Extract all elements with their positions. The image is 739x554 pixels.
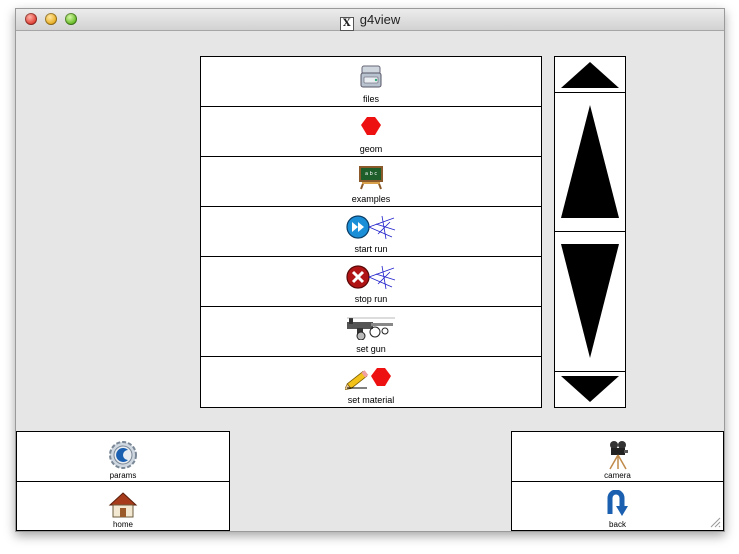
menu-scrollbar — [554, 56, 626, 408]
resize-grip-icon[interactable] — [709, 516, 721, 528]
page-up-button[interactable] — [555, 93, 625, 232]
drive-icon — [360, 65, 382, 88]
menu-item-label: files — [362, 94, 379, 104]
svg-text:a b c: a b c — [365, 171, 377, 177]
pencil-hexagon-icon — [345, 368, 391, 390]
params-button[interactable]: params — [16, 431, 230, 482]
home-icon — [108, 492, 138, 518]
fast-forward-particle-icon — [346, 215, 396, 240]
camera-button[interactable]: camera — [511, 431, 724, 482]
menu-item-files[interactable]: files — [201, 57, 541, 107]
window-title: Xg4view — [16, 12, 724, 31]
scroll-up-icon — [561, 62, 619, 88]
gear-icon — [109, 441, 137, 469]
scroll-down-button[interactable] — [555, 372, 625, 407]
back-label: back — [609, 520, 626, 529]
x11-icon: X — [339, 17, 354, 31]
menu-item-label: set material — [347, 395, 395, 405]
main-menu: files geom a b c examples start run stop… — [200, 56, 542, 408]
camera-tripod-icon — [608, 441, 628, 470]
menu-item-stop-run[interactable]: stop run — [201, 257, 541, 307]
menu-item-geom[interactable]: geom — [201, 107, 541, 157]
menu-item-set-material[interactable]: set material — [201, 357, 541, 407]
menu-item-label: set gun — [356, 344, 386, 354]
page-down-icon — [561, 244, 619, 358]
menu-item-label: stop run — [354, 294, 388, 304]
params-label: params — [109, 471, 137, 480]
home-label: home — [112, 520, 133, 529]
window-title-text: g4view — [359, 12, 401, 27]
app-window: Xg4view files geom a b c examples start … — [15, 8, 725, 532]
chalkboard-icon: a b c — [359, 166, 383, 190]
page-down-button[interactable] — [555, 232, 625, 372]
red-hexagon-icon — [361, 117, 381, 135]
back-button[interactable]: back — [511, 481, 724, 531]
menu-item-start-run[interactable]: start run — [201, 207, 541, 257]
stop-particle-icon — [346, 265, 396, 290]
particle-gun-icon — [347, 317, 395, 340]
page-up-icon — [561, 105, 619, 218]
title-bar[interactable]: Xg4view — [16, 9, 724, 31]
menu-item-examples[interactable]: a b c examples — [201, 157, 541, 207]
home-button[interactable]: home — [16, 481, 230, 531]
menu-item-label: examples — [351, 194, 391, 204]
back-arrow-icon — [607, 490, 628, 516]
menu-item-label: start run — [354, 244, 388, 254]
scroll-down-icon — [561, 376, 619, 402]
scroll-up-button[interactable] — [555, 57, 625, 93]
menu-item-set-gun[interactable]: set gun — [201, 307, 541, 357]
menu-item-label: geom — [359, 144, 383, 154]
camera-label: camera — [604, 471, 631, 480]
